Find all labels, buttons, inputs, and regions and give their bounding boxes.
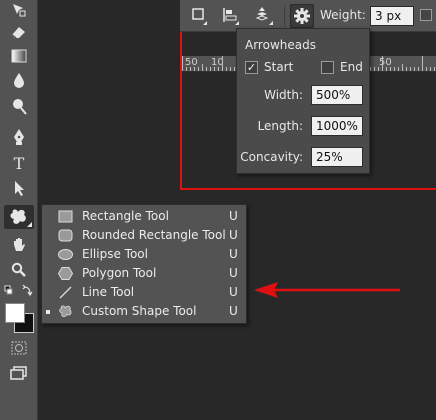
ruler-tick — [418, 67, 419, 71]
menu-item-shortcut: U — [229, 247, 238, 261]
ruler-tick — [374, 67, 375, 71]
ruler-tick — [390, 67, 391, 71]
foreground-color-swatch[interactable] — [5, 303, 25, 323]
menu-item-shortcut: U — [229, 209, 238, 223]
menu-item-rounded-rectangle-tool[interactable]: Rounded Rectangle Tool U — [42, 226, 248, 245]
menu-item-polygon-tool[interactable]: Polygon Tool U — [42, 264, 248, 283]
ruler-tick — [426, 67, 427, 71]
menu-item-label: Polygon Tool — [82, 266, 157, 280]
zoom-icon[interactable] — [8, 262, 30, 282]
dodge-icon[interactable] — [8, 98, 30, 118]
shape-tool-flyout-menu: Rectangle Tool U Rounded Rectangle Tool … — [41, 204, 247, 324]
concavity-input[interactable] — [311, 147, 363, 167]
menu-item-rectangle-tool[interactable]: Rectangle Tool U — [42, 207, 248, 226]
custom-shape-tool-icon[interactable] — [4, 205, 34, 229]
ruler-tick — [382, 56, 383, 71]
arrowheads-panel: Arrowheads ✓ Start End Width: Length: Co… — [236, 28, 370, 174]
eraser-icon[interactable] — [8, 24, 30, 44]
move-icon[interactable] — [8, 2, 30, 22]
length-input[interactable] — [311, 116, 363, 136]
menu-item-shortcut: U — [229, 266, 238, 280]
width-label: Width: — [264, 88, 303, 102]
rectangle-icon — [56, 209, 76, 224]
line-icon — [56, 285, 76, 300]
polygon-icon — [56, 266, 76, 281]
path-selection-icon[interactable] — [8, 180, 30, 200]
blur-icon[interactable] — [8, 72, 30, 92]
ruler-tick — [370, 67, 371, 71]
menu-item-label: Rectangle Tool — [82, 209, 169, 223]
fill-square-icon[interactable] — [192, 6, 210, 30]
gradient-icon[interactable] — [8, 48, 30, 68]
ruler-tick — [218, 67, 219, 71]
swap-colors-icon[interactable] — [4, 284, 34, 304]
ruler-tick — [182, 56, 183, 71]
end-checkbox[interactable] — [321, 61, 334, 74]
end-label: End — [340, 60, 363, 74]
ruler-tick — [190, 67, 191, 71]
menu-item-ellipse-tool[interactable]: Ellipse Tool U — [42, 245, 248, 264]
width-input[interactable] — [311, 85, 363, 105]
ruler-tick — [414, 67, 415, 71]
separator — [284, 5, 285, 27]
pen-icon[interactable] — [8, 128, 30, 148]
align-icon[interactable] — [222, 6, 242, 30]
custom-shape-icon — [56, 304, 76, 319]
menu-item-label: Line Tool — [82, 285, 135, 299]
ruler-tick — [386, 67, 387, 71]
ruler-tick — [434, 67, 435, 71]
screen-mode-icon[interactable] — [8, 366, 30, 386]
menu-item-label: Rounded Rectangle Tool — [82, 228, 226, 242]
ruler-tick — [378, 67, 379, 71]
ruler-tick — [394, 67, 395, 71]
menu-item-shortcut: U — [229, 304, 238, 318]
tools-panel: T — [0, 0, 38, 420]
menu-item-shortcut: U — [229, 228, 238, 242]
ruler-tick — [422, 56, 423, 71]
ellipse-icon — [56, 247, 76, 262]
ruler-tick — [186, 67, 187, 71]
ruler-tick — [410, 67, 411, 71]
start-checkbox[interactable]: ✓ — [245, 61, 258, 74]
ruler-tick — [430, 67, 431, 71]
ruler-tick — [222, 56, 223, 71]
rounded-rectangle-icon — [56, 228, 76, 243]
weight-label: Weight: — [320, 8, 366, 22]
ruler-tick — [206, 67, 207, 71]
ruler-tick — [202, 64, 203, 71]
weight-input[interactable] — [370, 6, 414, 26]
ruler-tick — [194, 67, 195, 71]
ruler-tick — [198, 67, 199, 71]
type-icon[interactable]: T — [8, 154, 30, 174]
align-edges-checkbox[interactable] — [420, 9, 432, 21]
ruler-tick — [398, 67, 399, 71]
menu-item-shortcut: U — [229, 285, 238, 299]
ruler-tick — [226, 67, 227, 71]
ruler-tick — [214, 67, 215, 71]
ruler-tick — [402, 64, 403, 71]
ruler-tick — [230, 67, 231, 71]
selected-indicator — [46, 310, 50, 314]
quick-mask-icon[interactable] — [8, 341, 30, 361]
arrange-icon[interactable] — [254, 6, 276, 30]
menu-item-label: Custom Shape Tool — [82, 304, 197, 318]
menu-item-custom-shape-tool[interactable]: Custom Shape Tool U — [42, 302, 248, 321]
red-annotation-arrow — [254, 282, 400, 298]
menu-item-line-tool[interactable]: Line Tool U — [42, 283, 248, 302]
menu-item-label: Ellipse Tool — [82, 247, 148, 261]
ruler-tick — [234, 67, 235, 71]
concavity-label: Concavity: — [240, 150, 303, 164]
start-label: Start — [264, 60, 294, 74]
arrowheads-title: Arrowheads — [245, 38, 316, 52]
gear-icon[interactable] — [290, 4, 314, 28]
ruler-tick — [406, 67, 407, 71]
ruler-tick — [210, 67, 211, 71]
hand-icon[interactable] — [8, 236, 30, 256]
length-label: Length: — [257, 119, 303, 133]
